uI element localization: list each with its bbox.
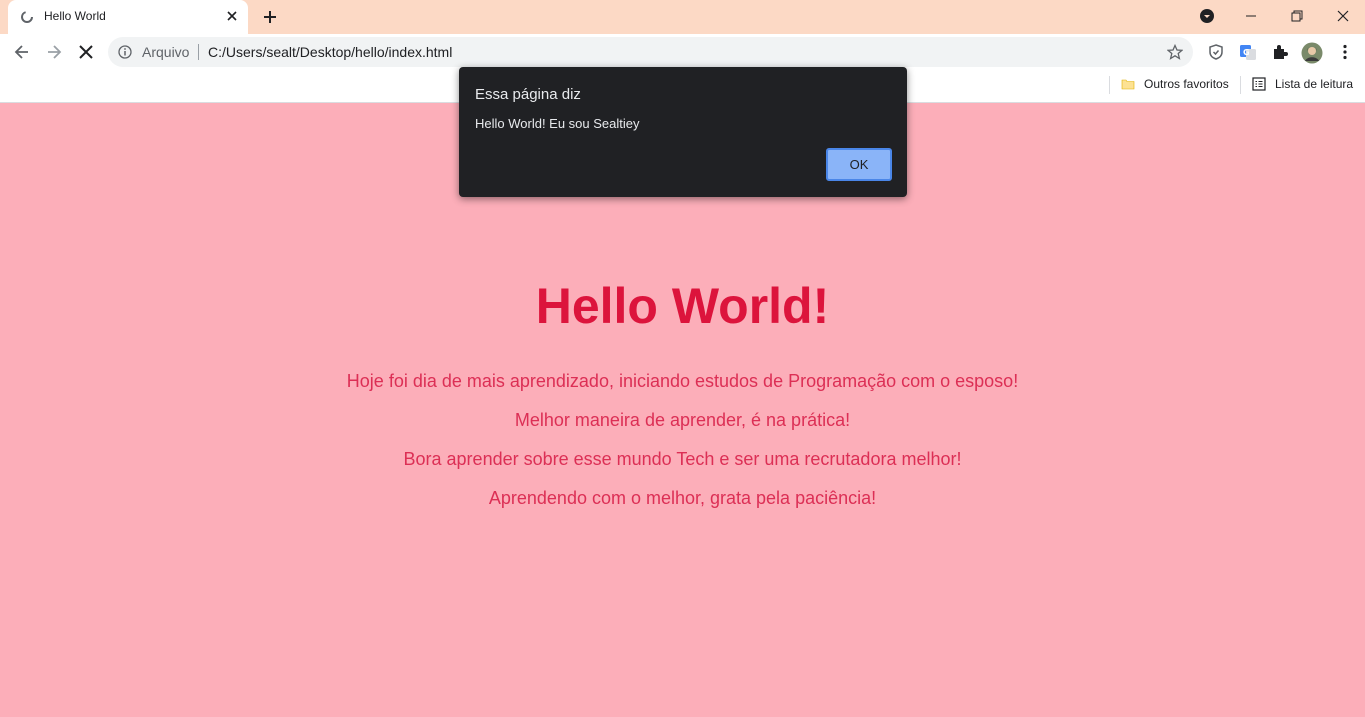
dialog-title: Essa página diz [475,86,581,103]
bookmark-lista-de-leitura[interactable]: Lista de leitura [1275,77,1353,91]
close-tab-icon[interactable] [224,8,240,24]
ok-button[interactable]: OK [826,148,892,181]
tab-title: Hello World [44,9,106,23]
url-text[interactable]: C:/Users/sealt/Desktop/hello/index.html [208,44,452,60]
paragraph: Hoje foi dia de mais aprendizado, inicia… [346,371,1019,391]
bookmarks-divider [1109,76,1110,94]
url-scheme-label: Arquivo [142,44,190,60]
folder-icon [1121,77,1135,91]
kebab-menu-icon[interactable] [1335,42,1355,62]
browser-tab[interactable]: Hello World [8,0,248,34]
plus-icon[interactable] [261,8,279,26]
arrow-right-icon[interactable] [44,42,64,62]
chevron-down-circle-icon[interactable] [1197,6,1217,26]
bookmarks-divider [1240,76,1241,94]
address-bar[interactable]: Arquivo C:/Users/sealt/Desktop/hello/ind… [108,37,1193,67]
browser-titlebar: Hello World [0,0,1365,34]
loading-spinner-icon [20,10,34,24]
reading-list-icon [1252,77,1266,91]
paragraph: Bora aprender sobre esse mundo Tech e se… [403,449,962,469]
svg-text:G: G [1243,48,1250,57]
bookmark-outros-favoritos[interactable]: Outros favoritos [1144,77,1229,91]
shield-icon[interactable] [1206,42,1226,62]
avatar[interactable] [1301,42,1323,64]
browser-toolbar: Arquivo C:/Users/sealt/Desktop/hello/ind… [0,34,1365,70]
star-icon[interactable] [1167,44,1183,60]
paragraph: Melhor maneira de aprender, é na prática… [514,410,851,430]
dialog-message: Hello World! Eu sou Sealtiey [475,116,640,131]
alert-dialog: Essa página diz Hello World! Eu sou Seal… [459,67,907,197]
arrow-left-icon[interactable] [12,42,32,62]
restore-icon[interactable] [1287,6,1307,26]
stop-loading-icon[interactable] [76,42,96,62]
info-circle-icon[interactable] [118,45,132,59]
omnibox-divider [198,44,199,60]
close-icon[interactable] [1333,6,1353,26]
page-heading: Hello World! [535,278,830,334]
puzzle-icon[interactable] [1270,42,1290,62]
translate-icon[interactable]: G [1238,42,1258,62]
paragraph: Aprendendo com o melhor, grata pela paci… [488,488,877,508]
minimize-icon[interactable] [1241,6,1261,26]
